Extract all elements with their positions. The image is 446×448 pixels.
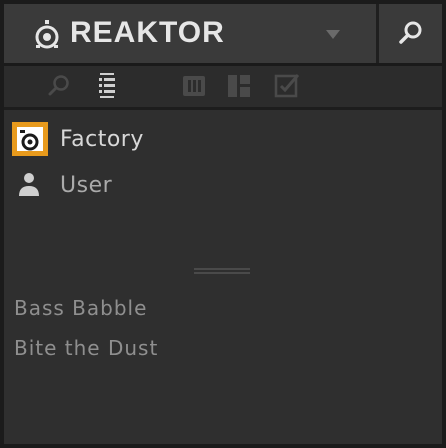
library-item-factory[interactable]: Factory [12, 122, 144, 156]
checkbox-icon[interactable] [274, 73, 300, 99]
list-view-icon[interactable] [94, 73, 120, 99]
results-list: Bass Babble Bite the Dust [4, 278, 442, 444]
library-item-user[interactable]: User [12, 168, 112, 202]
search-button[interactable] [380, 4, 442, 63]
factory-library-icon [12, 122, 48, 156]
library-label: Factory [60, 126, 144, 152]
tiles-icon[interactable] [226, 73, 252, 99]
browser-toolbar [4, 66, 442, 110]
product-selector[interactable]: REAKTOR [4, 4, 376, 63]
user-icon [12, 168, 48, 202]
splitter-grip [194, 268, 250, 270]
search-icon[interactable] [46, 73, 72, 99]
search-icon [399, 21, 422, 44]
list-item[interactable]: Bass Babble [14, 296, 147, 320]
list-item[interactable]: Bite the Dust [14, 336, 158, 360]
library-label: User [60, 172, 113, 198]
chevron-down-icon[interactable] [326, 30, 340, 40]
product-name: REAKTOR [70, 16, 225, 49]
header-divider [376, 4, 379, 63]
instrument-icon[interactable] [181, 73, 207, 99]
splitter-grip [194, 272, 250, 274]
reaktor-logo-icon [35, 20, 59, 49]
panel-splitter[interactable] [4, 264, 442, 278]
header-bar: REAKTOR [4, 4, 442, 66]
library-list: Factory User [4, 110, 442, 264]
